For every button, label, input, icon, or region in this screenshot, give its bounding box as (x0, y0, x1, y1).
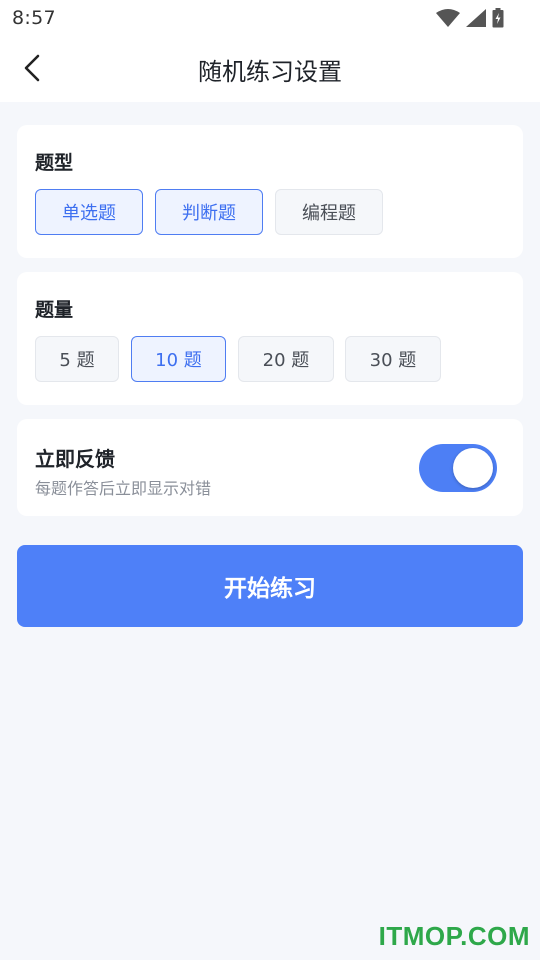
option-programming[interactable]: 编程题 (275, 189, 383, 235)
question-count-options: 5 题 10 题 20 题 30 题 (35, 336, 441, 382)
watermark: ITMOP.COM (378, 921, 530, 951)
wifi-icon (436, 9, 460, 27)
question-type-options: 单选题 判断题 编程题 (35, 189, 383, 235)
question-type-card: 题型 单选题 判断题 编程题 (17, 125, 523, 258)
signal-icon (466, 9, 486, 27)
status-icons (436, 8, 504, 28)
question-count-title: 题量 (35, 299, 74, 321)
feedback-title: 立即反馈 (35, 447, 115, 471)
battery-icon (492, 8, 504, 28)
option-5[interactable]: 5 题 (35, 336, 119, 382)
toggle-knob (453, 448, 493, 488)
option-single-choice[interactable]: 单选题 (35, 189, 143, 235)
feedback-toggle[interactable] (419, 444, 497, 492)
option-30[interactable]: 30 题 (345, 336, 441, 382)
option-true-false[interactable]: 判断题 (155, 189, 263, 235)
option-20[interactable]: 20 题 (238, 336, 334, 382)
question-type-title: 题型 (35, 152, 74, 174)
header: 随机练习设置 (0, 36, 540, 102)
start-practice-button[interactable]: 开始练习 (17, 545, 523, 627)
status-time: 8:57 (12, 7, 56, 29)
status-bar: 8:57 (0, 0, 540, 36)
feedback-subtitle: 每题作答后立即显示对错 (35, 479, 212, 498)
page-title: 随机练习设置 (198, 58, 342, 86)
question-count-card: 题量 5 题 10 题 20 题 30 题 (17, 272, 523, 405)
feedback-card: 立即反馈 每题作答后立即显示对错 (17, 419, 523, 516)
option-10[interactable]: 10 题 (131, 336, 226, 382)
